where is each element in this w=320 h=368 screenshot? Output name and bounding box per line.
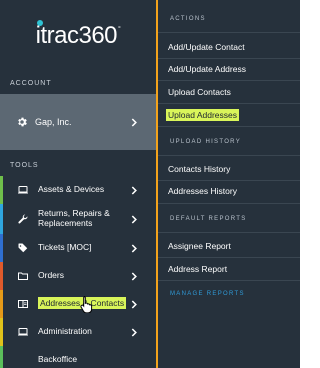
divider [158, 232, 300, 233]
blank-icon [17, 354, 29, 366]
chevron-right-icon [131, 214, 137, 224]
default-reports-heading: DEFAULT REPORTS [170, 216, 247, 222]
chevron-right-icon [131, 243, 137, 253]
chevron-right-icon [131, 185, 137, 195]
tools-section-label: TOOLS [10, 161, 39, 169]
menu-item-contacts-history[interactable]: Contacts History [156, 164, 230, 174]
nav-item-administration[interactable]: Administration [0, 318, 156, 346]
logo-area: itrac360 ° [0, 0, 156, 72]
hand-cursor-icon [80, 296, 93, 313]
actions-heading: ACTIONS [170, 16, 206, 22]
nav-item-returns-repairs[interactable]: Returns, Repairs & Replacements [0, 204, 156, 234]
nav-stripe [0, 318, 3, 346]
divider [158, 257, 300, 258]
nav-label: Orders [38, 270, 64, 281]
nav-item-assets-devices[interactable]: Assets & Devices [0, 176, 156, 204]
laptop-icon [18, 186, 28, 194]
nav-stripe [0, 234, 3, 262]
account-name: Gap, Inc. [35, 117, 72, 127]
divider [158, 32, 300, 33]
folder-icon [18, 272, 28, 280]
divider [158, 126, 300, 127]
chevron-right-icon [131, 327, 137, 337]
nav-stripe [0, 176, 3, 204]
divider [158, 180, 300, 181]
tag-icon [18, 243, 28, 253]
nav-label: Backoffice [38, 354, 78, 365]
divider [158, 203, 300, 204]
nav-stripe [0, 346, 3, 368]
nav-label: Assets & Devices [38, 184, 105, 195]
divider [158, 58, 300, 59]
menu-item-add-update-address[interactable]: Add/Update Address [156, 64, 246, 74]
menu-item-add-update-contact[interactable]: Add/Update Contact [156, 42, 245, 52]
manage-reports-link[interactable]: MANAGE REPORTS [156, 287, 245, 301]
nav-stripe [0, 204, 3, 234]
nav-item-addresses-contacts[interactable]: Addresses & Contacts [0, 290, 156, 318]
itrac360-logo[interactable]: itrac360 ° [36, 20, 121, 50]
nav-item-orders[interactable]: Orders [0, 262, 156, 290]
nav-stripe [0, 290, 3, 318]
menu-item-upload-contacts[interactable]: Upload Contacts [156, 87, 231, 97]
laptop-icon [18, 328, 28, 336]
divider [158, 80, 300, 81]
nav-label: Returns, Repairs & Replacements [38, 208, 110, 228]
chevron-right-icon [131, 117, 137, 127]
sidebar: itrac360 ° ACCOUNT Gap, Inc. TOOLS Assets… [0, 0, 156, 368]
divider [158, 155, 300, 156]
divider [158, 103, 300, 104]
wrench-icon [18, 214, 28, 224]
nav-item-backoffice[interactable]: Backoffice [0, 346, 156, 368]
panel-divider [156, 0, 158, 368]
menu-item-addresses-history[interactable]: Addresses History [156, 186, 237, 196]
nav-item-tickets[interactable]: Tickets [MOC] [0, 234, 156, 262]
upload-history-heading: UPLOAD HISTORY [170, 139, 241, 145]
nav-label: Administration [38, 326, 92, 337]
nav-label: Tickets [MOC] [38, 242, 92, 253]
address-book-icon [18, 300, 28, 308]
chevron-right-icon [131, 299, 137, 309]
menu-item-assignee-report[interactable]: Assignee Report [156, 241, 231, 251]
chevron-right-icon [131, 271, 137, 281]
account-selector[interactable]: Gap, Inc. [0, 94, 156, 150]
nav-stripe [0, 262, 3, 290]
divider [158, 280, 300, 281]
account-section-label: ACCOUNT [10, 79, 52, 87]
gear-icon [18, 117, 27, 127]
flyout-panel: ACTIONS Add/Update Contact Add/Update Ad… [156, 0, 300, 368]
menu-item-address-report[interactable]: Address Report [156, 264, 227, 274]
menu-item-upload-addresses[interactable]: Upload Addresses [166, 109, 239, 121]
